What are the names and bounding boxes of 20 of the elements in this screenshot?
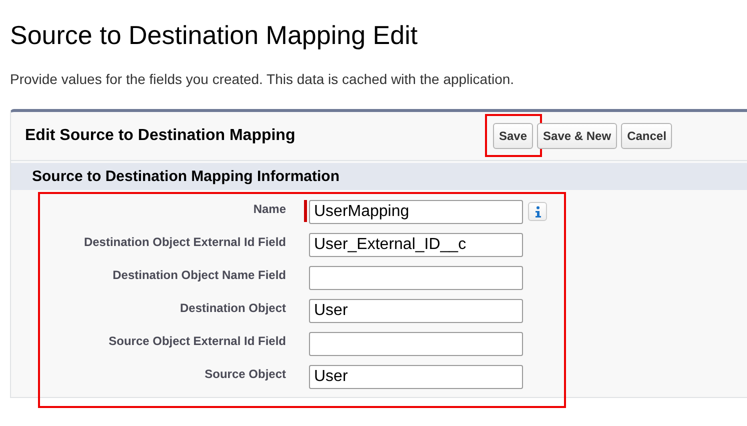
input-field[interactable] (309, 332, 523, 356)
field-label: Destination Object Name Field (112, 267, 286, 282)
field-label: Source Object External Id Field (108, 333, 286, 348)
page-title: Source to Destination Mapping Edit (9, 19, 419, 51)
cancel-button[interactable]: Cancel (621, 123, 672, 149)
info-icon[interactable] (528, 202, 547, 221)
field-label: Destination Object External Id Field (82, 234, 286, 249)
save-and-new-button[interactable]: Save & New (537, 123, 618, 149)
field-label: Source Object (204, 366, 286, 381)
input-field[interactable]: User (309, 299, 523, 323)
input-field[interactable]: User (309, 365, 523, 389)
section-header: Source to Destination Mapping Information (11, 163, 747, 190)
field-label: Destination Object (178, 300, 286, 315)
field-label: Name (252, 201, 286, 216)
input-field[interactable]: UserMapping (309, 200, 523, 224)
panel-title: Edit Source to Destination Mapping (24, 127, 296, 145)
save-button[interactable]: Save (493, 123, 534, 149)
input-field[interactable]: User_External_ID__c (309, 233, 523, 257)
input-field[interactable] (309, 266, 523, 290)
page-description: Provide values for the fields you created. This data is cached with the application. (10, 71, 516, 87)
